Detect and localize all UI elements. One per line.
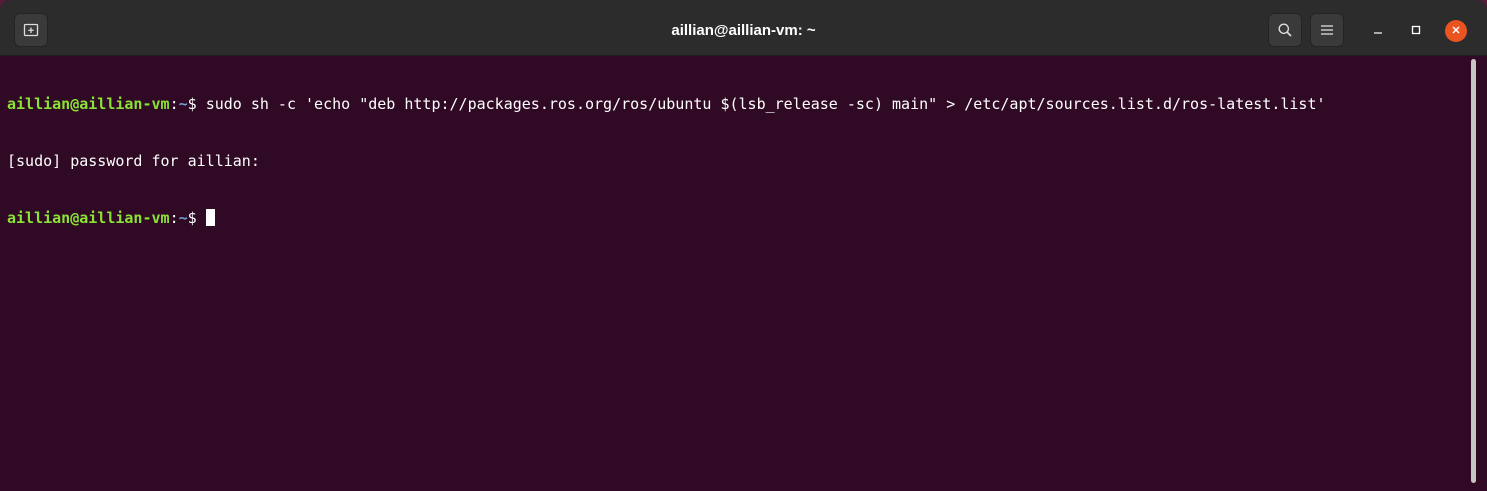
terminal-window: aillian@aillian-vm: ~ aillian@aillian-vm… — [0, 0, 1487, 491]
sudo-password-prompt: [sudo] password for aillian: — [7, 152, 260, 170]
maximize-button[interactable] — [1405, 20, 1427, 42]
prompt-path: ~ — [178, 209, 188, 227]
text-cursor — [205, 209, 215, 226]
terminal-line-active-prompt[interactable]: aillian@aillian-vm:~$ — [7, 209, 1470, 228]
close-button[interactable] — [1445, 20, 1467, 42]
prompt-separator: : — [169, 95, 179, 113]
prompt-user-host: aillian@aillian-vm — [7, 209, 170, 227]
command-text: sudo sh -c 'echo "deb http://packages.ro… — [205, 95, 1326, 113]
search-button[interactable] — [1268, 13, 1302, 47]
hamburger-menu-icon — [1320, 24, 1334, 36]
terminal-line-output: [sudo] password for aillian: — [7, 152, 1470, 171]
close-icon — [1451, 22, 1461, 40]
search-icon — [1277, 22, 1293, 38]
vertical-scrollbar[interactable] — [1470, 57, 1480, 487]
prompt-symbol: $ — [187, 209, 206, 227]
menu-button[interactable] — [1310, 13, 1344, 47]
minimize-icon — [1373, 22, 1383, 40]
prompt-separator: : — [169, 209, 179, 227]
terminal-line-command: aillian@aillian-vm:~$ sudo sh -c 'echo "… — [7, 95, 1470, 114]
scrollbar-thumb[interactable] — [1471, 59, 1476, 483]
minimize-button[interactable] — [1367, 20, 1389, 42]
prompt-symbol: $ — [187, 95, 206, 113]
maximize-icon — [1411, 22, 1421, 40]
terminal-output[interactable]: aillian@aillian-vm:~$ sudo sh -c 'echo "… — [0, 56, 1470, 491]
prompt-user-host: aillian@aillian-vm — [7, 95, 170, 113]
window-title: aillian@aillian-vm: ~ — [671, 22, 816, 39]
title-bar[interactable]: aillian@aillian-vm: ~ — [0, 0, 1487, 56]
prompt-path: ~ — [178, 95, 188, 113]
